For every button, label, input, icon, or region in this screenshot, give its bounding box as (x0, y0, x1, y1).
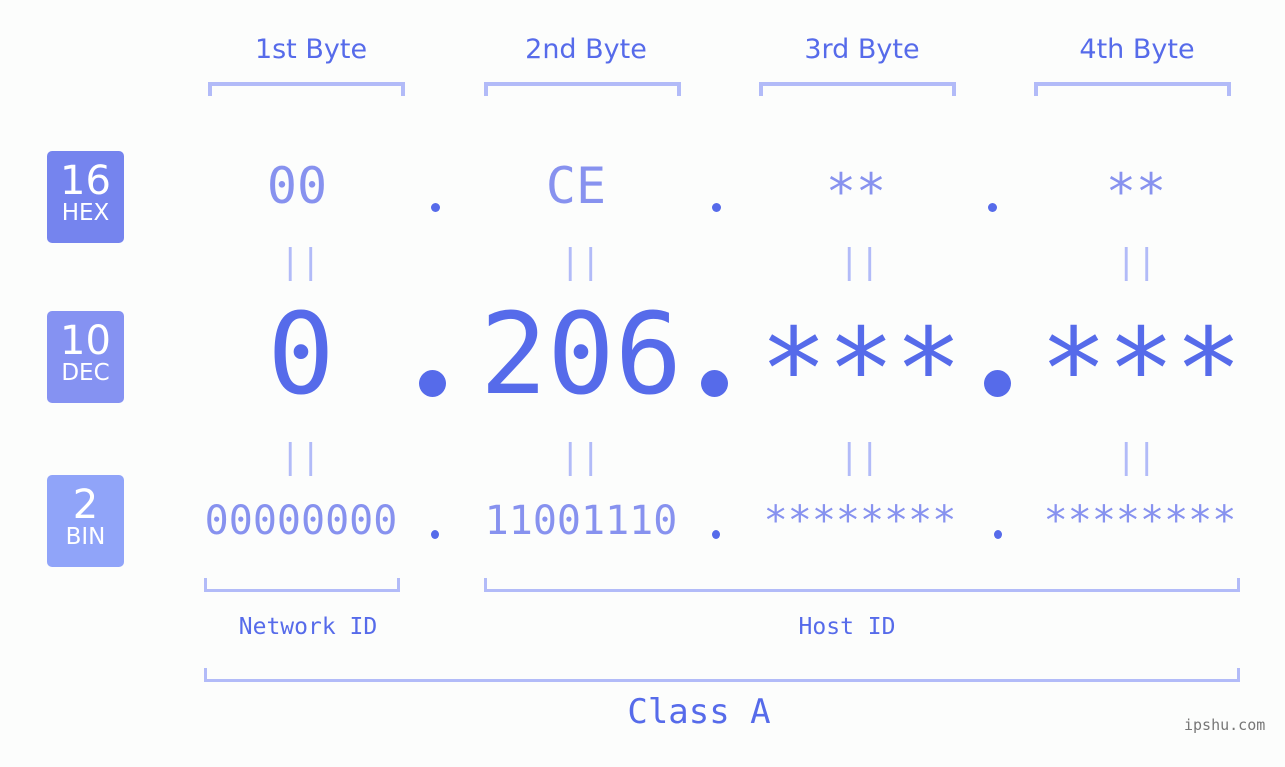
class-bracket (204, 668, 1240, 682)
hex-byte-3: ** (825, 163, 887, 221)
bin-byte-4: ******** (1043, 498, 1237, 544)
equals-sign: || (839, 242, 880, 282)
bin-byte-3: ******** (763, 498, 957, 544)
bin-separator-dot (431, 530, 439, 539)
dec-separator-dot (701, 370, 728, 397)
byte-bracket-3 (759, 82, 956, 96)
equals-sign: || (560, 437, 601, 477)
byte-header-3: 3rd Byte (804, 34, 920, 65)
network-id-bracket (204, 578, 400, 592)
equals-sign: || (1116, 242, 1157, 282)
watermark: ipshu.com (1184, 716, 1266, 734)
class-label: Class A (627, 692, 771, 732)
hex-byte-4: ** (1105, 163, 1167, 221)
bin-badge-label: BIN (65, 524, 106, 550)
equals-sign: || (560, 242, 601, 282)
dec-byte-4: *** (1039, 305, 1243, 435)
hex-byte-1: 00 (266, 157, 328, 215)
hex-badge-label: HEX (61, 200, 110, 226)
network-id-label: Network ID (238, 614, 378, 640)
byte-header-1: 1st Byte (254, 34, 368, 65)
hex-separator-dot (988, 203, 997, 212)
equals-sign: || (839, 437, 880, 477)
bin-badge: 2 BIN (47, 475, 124, 567)
dec-byte-3: *** (759, 305, 963, 435)
hex-separator-dot (431, 203, 440, 212)
byte-bracket-4 (1034, 82, 1231, 96)
host-id-label: Host ID (798, 614, 896, 640)
dec-badge-number: 10 (60, 318, 111, 364)
bin-separator-dot (712, 530, 720, 539)
byte-header-2: 2nd Byte (525, 34, 647, 65)
byte-header-4: 4th Byte (1079, 34, 1195, 65)
equals-sign: || (280, 437, 321, 477)
equals-sign: || (280, 242, 321, 282)
dec-separator-dot (419, 370, 446, 397)
host-id-bracket (484, 578, 1240, 592)
dec-byte-1: 0 (267, 290, 335, 420)
hex-separator-dot (712, 203, 721, 212)
bin-byte-1: 00000000 (204, 498, 398, 544)
equals-sign: || (1116, 437, 1157, 477)
bin-separator-dot (994, 530, 1002, 539)
hex-byte-2: CE (545, 157, 607, 215)
bin-byte-2: 11001110 (484, 498, 678, 544)
dec-badge: 10 DEC (47, 311, 124, 403)
dec-separator-dot (984, 370, 1011, 397)
byte-bracket-1 (208, 82, 405, 96)
hex-badge: 16 HEX (47, 151, 124, 243)
byte-bracket-2 (484, 82, 681, 96)
dec-badge-label: DEC (61, 360, 110, 386)
hex-badge-number: 16 (60, 158, 111, 204)
bin-badge-number: 2 (72, 482, 99, 528)
dec-byte-2: 206 (479, 290, 683, 420)
